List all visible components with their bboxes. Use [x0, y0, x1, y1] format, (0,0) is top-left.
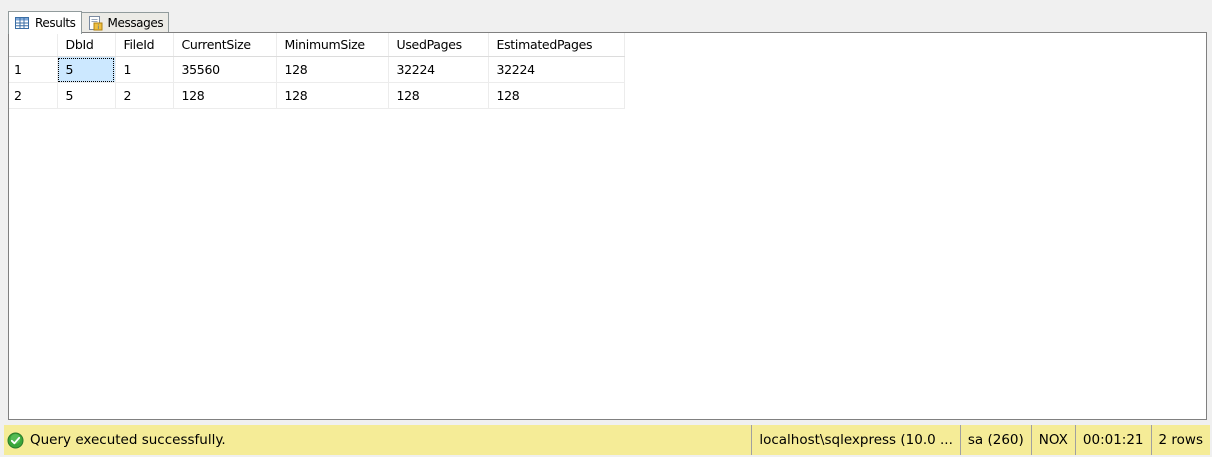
column-header[interactable]: MinimumSize	[276, 33, 389, 57]
table-cell[interactable]: 5	[57, 82, 116, 109]
grid-icon	[14, 15, 30, 31]
table-row: 1 5 1 35560 128 32224 32224	[9, 56, 625, 83]
column-header[interactable]: FileId	[115, 33, 174, 57]
column-header[interactable]: UsedPages	[388, 33, 489, 57]
column-header[interactable]: EstimatedPages	[488, 33, 625, 57]
table-row: 2 5 2 128 128 128 128	[9, 82, 625, 109]
check-circle-icon	[7, 432, 24, 449]
column-header[interactable]: DbId	[57, 33, 116, 57]
tab-results-label: Results	[35, 16, 76, 30]
tab-messages[interactable]: i Messages	[80, 12, 170, 33]
results-tabstrip: Results i Messages	[8, 10, 170, 34]
table-cell[interactable]: 128	[173, 82, 277, 109]
table-cell[interactable]: 1	[115, 56, 174, 83]
status-server: localhost\sqlexpress (10.0 ...	[751, 425, 960, 455]
status-user: sa (260)	[959, 425, 1031, 455]
table-cell[interactable]: 128	[388, 82, 489, 109]
row-number[interactable]: 1	[9, 56, 58, 83]
status-rowcount: 2 rows	[1150, 425, 1210, 455]
table-cell[interactable]: 2	[115, 82, 174, 109]
status-bar: Query executed successfully. localhost\s…	[4, 425, 1210, 455]
table-cell[interactable]: 35560	[173, 56, 277, 83]
messages-icon: i	[87, 15, 103, 31]
table-cell[interactable]: 128	[276, 82, 389, 109]
column-header[interactable]: CurrentSize	[173, 33, 277, 57]
row-number[interactable]: 2	[9, 82, 58, 109]
tab-messages-label: Messages	[107, 16, 164, 30]
table-cell[interactable]: 32224	[388, 56, 489, 83]
tab-results[interactable]: Results	[8, 11, 82, 34]
results-grid[interactable]: DbId FileId CurrentSize MinimumSize Used…	[8, 32, 1207, 420]
status-message: Query executed successfully.	[30, 432, 226, 448]
status-message-area: Query executed successfully.	[4, 432, 751, 449]
table-cell[interactable]: 5	[57, 56, 116, 83]
results-pane: Results i Messages DbId FileId CurrentSi…	[0, 0, 1212, 457]
results-table: DbId FileId CurrentSize MinimumSize Used…	[9, 33, 625, 109]
table-cell[interactable]: 128	[488, 82, 625, 109]
table-cell[interactable]: 32224	[488, 56, 625, 83]
status-elapsed: 00:01:21	[1074, 425, 1151, 455]
table-header-row: DbId FileId CurrentSize MinimumSize Used…	[9, 33, 625, 57]
status-database: NOX	[1030, 425, 1075, 455]
row-number-header[interactable]	[9, 33, 58, 57]
table-cell[interactable]: 128	[276, 56, 389, 83]
